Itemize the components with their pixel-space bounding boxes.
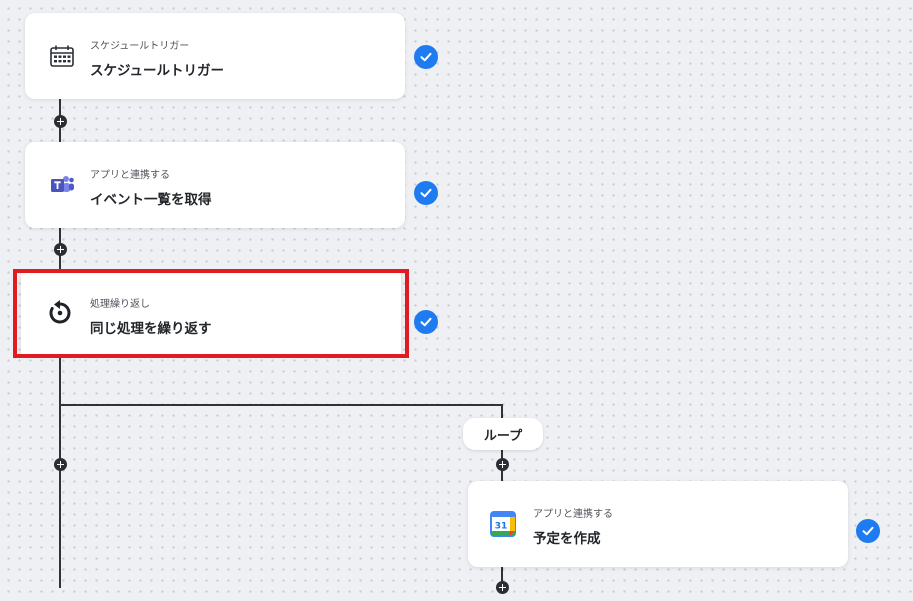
google-calendar-icon: 31 bbox=[488, 509, 518, 539]
loop-branch-line bbox=[59, 404, 503, 406]
step-subtitle: アプリと連携する bbox=[90, 170, 170, 181]
add-step-button[interactable] bbox=[54, 243, 67, 256]
check-icon bbox=[414, 45, 438, 69]
step-card-create-event[interactable]: 31 アプリと連携する 予定を作成 bbox=[468, 481, 848, 567]
step-title: スケジュールトリガー bbox=[90, 63, 225, 79]
step-card-get-events[interactable]: アプリと連携する イベント一覧を取得 bbox=[25, 142, 405, 228]
add-step-button[interactable] bbox=[54, 115, 67, 128]
step-title: 予定を作成 bbox=[533, 531, 601, 547]
schedule-calendar-icon bbox=[47, 41, 77, 71]
calendar-day-text: 31 bbox=[495, 522, 508, 532]
connector-line bbox=[59, 356, 61, 588]
workflow-canvas: スケジュールトリガー スケジュールトリガー アプリと連携する イベント一覧を取得 bbox=[0, 0, 913, 601]
check-icon bbox=[414, 181, 438, 205]
add-step-button[interactable] bbox=[496, 581, 509, 594]
add-step-button[interactable] bbox=[496, 458, 509, 471]
loop-branch-line bbox=[501, 404, 503, 418]
check-icon bbox=[856, 519, 880, 543]
step-subtitle: アプリと連携する bbox=[533, 509, 613, 520]
step-subtitle: スケジュールトリガー bbox=[90, 41, 190, 52]
check-icon bbox=[414, 310, 438, 334]
add-step-button[interactable] bbox=[54, 458, 67, 471]
step-card-schedule-trigger[interactable]: スケジュールトリガー スケジュールトリガー bbox=[25, 13, 405, 99]
selection-highlight bbox=[13, 269, 409, 358]
step-title: イベント一覧を取得 bbox=[90, 192, 212, 208]
teams-icon bbox=[47, 170, 77, 200]
loop-label: ループ bbox=[463, 418, 543, 450]
